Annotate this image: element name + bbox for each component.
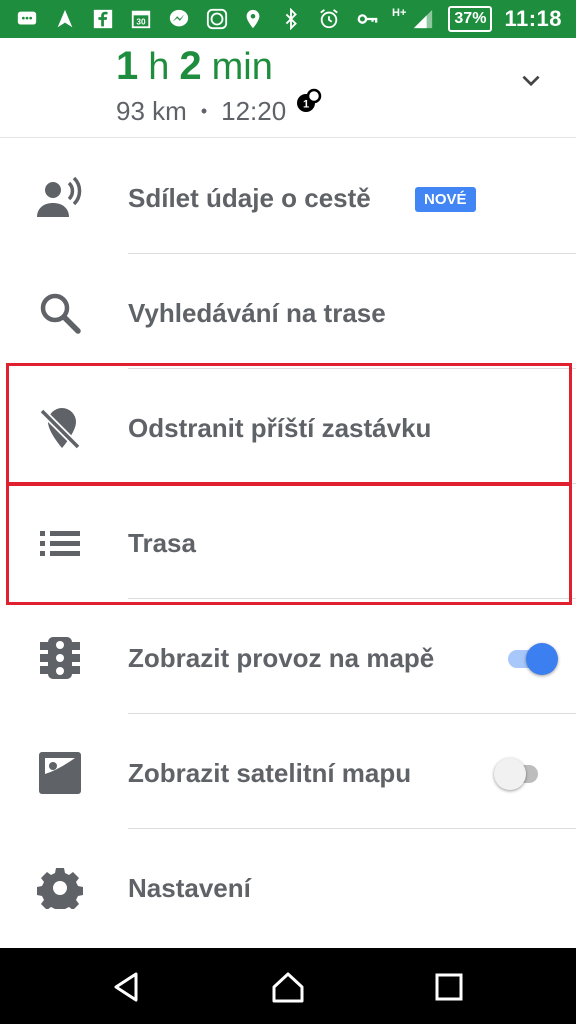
calendar-icon: 30 — [128, 8, 154, 30]
messenger-icon — [166, 8, 192, 30]
duration-minutes: 2 — [179, 44, 202, 88]
menu-item-route[interactable]: Trasa — [0, 484, 576, 599]
network-type: H+ — [392, 7, 407, 19]
toggle-thumb — [526, 643, 558, 675]
route-list-icon — [36, 522, 84, 564]
new-badge: NOVÉ — [415, 187, 476, 212]
menu-item-remove-next-stop[interactable]: Odstranit příští zastávku — [0, 369, 576, 484]
settings-gear-icon — [36, 867, 84, 909]
menu-item-search-along-route[interactable]: Vyhledávání na trase — [0, 254, 576, 369]
minutes-unit: min — [211, 46, 273, 88]
satellite-image-icon — [36, 752, 84, 794]
search-icon — [36, 292, 84, 334]
toggle-thumb — [494, 758, 526, 790]
trip-distance: 93 km — [116, 96, 187, 126]
alarm-icon — [316, 8, 342, 30]
hours-unit: h — [148, 46, 170, 88]
svg-text:30: 30 — [136, 18, 146, 27]
chat-bubble-icon — [14, 8, 40, 30]
menu-item-show-traffic[interactable]: Zobrazit provoz na mapě — [0, 599, 576, 714]
trip-duration: 1 h 2 min — [116, 44, 273, 89]
svg-text:1: 1 — [303, 99, 309, 111]
navigation-arrow-icon — [52, 8, 78, 30]
menu-item-show-satellite[interactable]: Zobrazit satelitní mapu — [0, 714, 576, 829]
signal-icon — [410, 8, 436, 30]
menu-item-label: Trasa — [128, 528, 196, 558]
satellite-toggle[interactable] — [494, 754, 554, 792]
vpn-key-icon — [354, 8, 380, 30]
menu-item-label: Nastavení — [128, 873, 251, 903]
arrival-time: 12:20 — [221, 96, 287, 126]
traffic-toggle[interactable] — [508, 639, 558, 677]
menu-item-settings[interactable]: Nastavení — [0, 829, 576, 944]
battery-indicator: 37% — [448, 6, 493, 32]
trip-details: 93 km • 12:20 — [116, 96, 286, 127]
menu-item-label: Zobrazit provoz na mapě — [128, 643, 435, 673]
recents-icon[interactable] — [432, 970, 466, 1004]
separator-dot: • — [200, 101, 208, 121]
route-badge-icon: 1 — [296, 88, 322, 114]
system-nav-bar — [0, 948, 576, 1024]
mi-app-icon — [204, 8, 230, 30]
menu-item-share-trip[interactable]: Sdílet údaje o cestě NOVÉ — [0, 139, 576, 254]
clock: 11:18 — [504, 6, 562, 31]
location-icon — [240, 8, 266, 30]
chevron-down-icon[interactable] — [518, 68, 544, 94]
menu-item-label: Zobrazit satelitní mapu — [128, 758, 412, 788]
navigation-menu: Sdílet údaje o cestě NOVÉ Vyhledávání na… — [0, 139, 576, 944]
bluetooth-icon — [278, 8, 304, 30]
share-trip-icon — [36, 177, 84, 219]
remove-stop-icon — [36, 407, 84, 449]
status-bar: 30 H+ 37% 11:18 — [0, 0, 576, 38]
menu-item-label: Vyhledávání na trase — [128, 298, 386, 328]
traffic-light-icon — [36, 637, 84, 679]
home-icon[interactable] — [271, 970, 305, 1004]
back-icon[interactable] — [110, 970, 144, 1004]
duration-hours: 1 — [116, 44, 139, 88]
facebook-icon — [90, 8, 116, 30]
trip-summary-header[interactable]: 1 h 2 min 1 93 km • 12:20 — [0, 38, 576, 138]
menu-item-label: Sdílet údaje o cestě — [128, 183, 371, 213]
menu-item-label: Odstranit příští zastávku — [128, 413, 432, 443]
